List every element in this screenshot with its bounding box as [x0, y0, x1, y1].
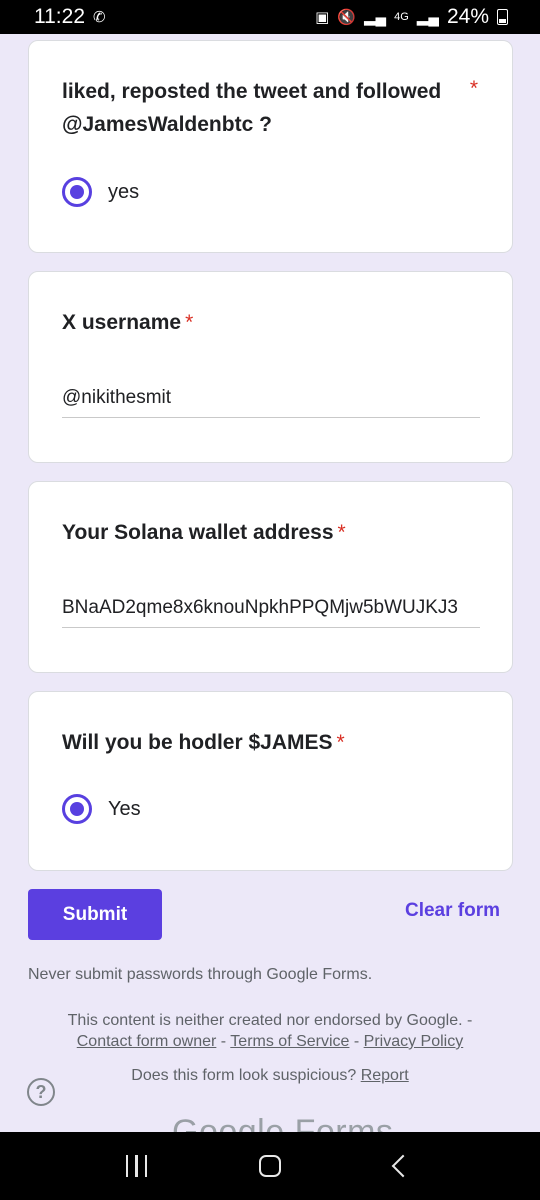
report-link[interactable]: Report	[361, 1067, 409, 1084]
radio-option-yes[interactable]: yes	[62, 177, 139, 207]
required-asterisk: *	[469, 77, 478, 100]
suspicious-line: Does this form look suspicious? Report	[0, 1067, 540, 1085]
required-asterisk: *	[185, 311, 194, 334]
disclaimer: This content is neither created nor endo…	[0, 1010, 540, 1052]
radio-label: Yes	[108, 797, 141, 820]
help-icon[interactable]: ?	[27, 1078, 55, 1106]
radio-selected-icon[interactable]	[62, 794, 92, 824]
password-warning: Never submit passwords through Google Fo…	[28, 966, 373, 983]
signal-icon-2: ▂▄	[416, 9, 439, 26]
x-username-input[interactable]: @nikithesmit	[62, 387, 480, 418]
question-card-4: Will you be hodler $JAMES * Yes	[28, 691, 513, 871]
question-title-4: Will you be hodler $JAMES *	[62, 731, 345, 754]
radio-selected-icon[interactable]	[62, 177, 92, 207]
status-time: 11:22	[34, 5, 85, 28]
clear-form-button[interactable]: Clear form	[405, 900, 500, 922]
radio-label: yes	[108, 180, 140, 203]
wifi-call-icon: ✆	[93, 9, 106, 26]
nfc-icon: ▣	[315, 9, 330, 26]
network-type-label: 4G	[394, 11, 409, 23]
terms-link[interactable]: Terms of Service	[230, 1033, 349, 1050]
home-icon[interactable]	[240, 1155, 300, 1177]
battery-percent: 24%	[446, 5, 489, 28]
required-asterisk: *	[337, 521, 346, 544]
separator: -	[349, 1033, 364, 1050]
status-bar: 11:22 ✆ ▣ 🔇 ▂▄ 4G ▂▄ 24%	[0, 0, 540, 34]
required-asterisk: *	[336, 731, 345, 754]
wallet-address-input[interactable]: BNaAD2qme8x6knouNpkhPPQMjw5bWUJKJ3	[62, 597, 480, 628]
question-card-1: liked, reposted the tweet and followed @…	[28, 40, 513, 253]
battery-icon	[497, 9, 508, 25]
submit-button[interactable]: Submit	[28, 889, 162, 940]
suspicious-text: Does this form look suspicious?	[131, 1067, 357, 1084]
question-card-3: Your Solana wallet address * BNaAD2qme8x6…	[28, 481, 513, 673]
navigation-bar	[0, 1132, 540, 1200]
question-card-2: X username * @nikithesmit	[28, 271, 513, 463]
question-title-3: Your Solana wallet address *	[62, 521, 346, 544]
recent-apps-icon[interactable]	[107, 1155, 167, 1177]
radio-option-yes[interactable]: Yes	[62, 794, 141, 824]
question-title-1: liked, reposted the tweet and followed @…	[62, 80, 442, 136]
question-title-2: X username *	[62, 311, 194, 334]
privacy-link[interactable]: Privacy Policy	[364, 1033, 464, 1050]
back-icon[interactable]	[373, 1154, 433, 1178]
mute-icon: 🔇	[337, 9, 356, 26]
signal-icon: ▂▄	[363, 9, 387, 26]
disclaimer-text: This content is neither created nor endo…	[67, 1012, 473, 1029]
separator: -	[216, 1033, 231, 1050]
contact-owner-link[interactable]: Contact form owner	[77, 1033, 217, 1050]
